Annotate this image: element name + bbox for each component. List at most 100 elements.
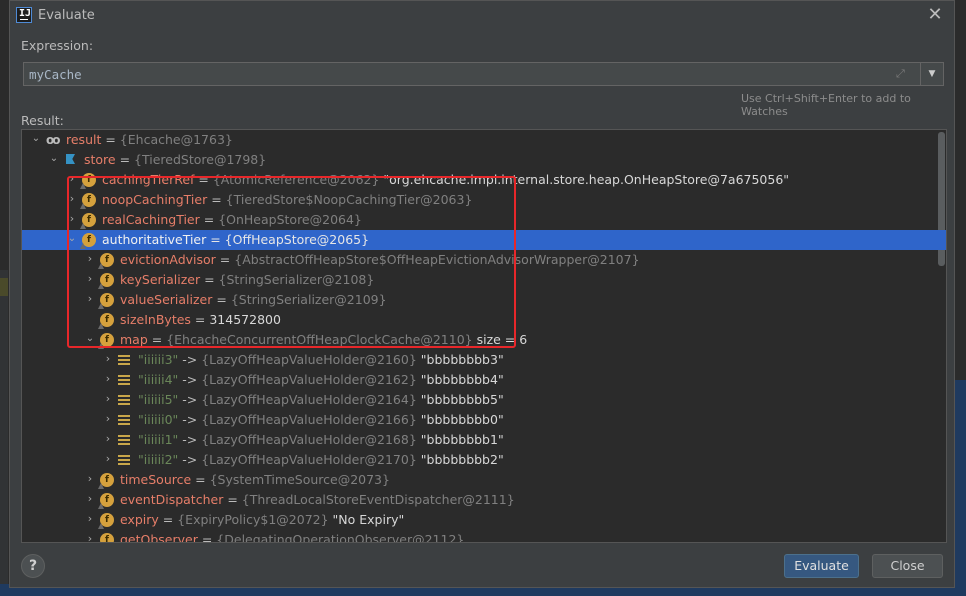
chevron-down-icon[interactable]: ⌄ xyxy=(84,333,96,345)
tree-row[interactable]: ⌄ store = {TieredStore@1798} xyxy=(22,150,946,170)
tree-row-ref: {LazyOffHeapValueHolder@2162} xyxy=(201,372,421,387)
tree-row-name: "iiiiii5" xyxy=(138,392,179,407)
tree-row[interactable]: f sizeInBytes = 314572800 xyxy=(22,310,946,330)
tree-row-separator: = xyxy=(190,312,210,327)
tree-row[interactable]: › f realCachingTier = {OnHeapStore@2064} xyxy=(22,210,946,230)
chevron-right-icon[interactable]: › xyxy=(102,353,114,365)
chevron-right-icon[interactable]: › xyxy=(102,433,114,445)
chevron-right-icon[interactable]: › xyxy=(84,293,96,305)
tree-row[interactable]: › f eventDispatcher = {ThreadLocalStoreEve… xyxy=(22,490,946,510)
tree-row-ref: {LazyOffHeapValueHolder@2164} xyxy=(201,392,421,407)
tree-row-text: "iiiiii0" -> {LazyOffHeapValueHolder@216… xyxy=(138,412,504,427)
tree-row-name: "iiiiii2" xyxy=(138,452,179,467)
chevron-right-icon[interactable]: › xyxy=(84,533,96,543)
tree-row[interactable]: › f cachingTierRef = {AtomicReference@2062… xyxy=(22,170,946,190)
tree-row[interactable]: › f evictionAdvisor = {AbstractOffHeapStor… xyxy=(22,250,946,270)
chevron-down-icon[interactable]: ⌄ xyxy=(48,153,60,165)
chevron-right-icon[interactable]: › xyxy=(84,493,96,505)
expression-label: Expression: xyxy=(21,38,94,53)
tree-row-ref: {OnHeapStore@2064} xyxy=(218,212,362,227)
tree-row[interactable]: › "iiiiii1" -> {LazyOffHeapValueHolder@21… xyxy=(22,430,946,450)
tree-row-separator: = xyxy=(200,272,219,287)
tree-row[interactable]: ⌄ oo result = {Ehcache@1763} xyxy=(22,130,946,150)
tree-row[interactable]: › f expiry = {ExpiryPolicy$1@2072} "No Exp… xyxy=(22,510,946,530)
tree-row-name: keySerializer xyxy=(120,272,201,287)
chevron-right-icon[interactable]: › xyxy=(102,453,114,465)
evaluate-button[interactable]: Evaluate xyxy=(784,554,859,578)
tree-row-value: "bbbbbbbb0" xyxy=(420,412,504,427)
tree-row-text: "iiiiii2" -> {LazyOffHeapValueHolder@217… xyxy=(138,452,504,467)
expression-history-dropdown[interactable]: ▼ xyxy=(920,62,944,86)
tree-row[interactable]: › "iiiiii0" -> {LazyOffHeapValueHolder@21… xyxy=(22,410,946,430)
tree-row[interactable]: › "iiiiii3" -> {LazyOffHeapValueHolder@21… xyxy=(22,350,946,370)
chevron-right-icon[interactable]: › xyxy=(102,373,114,385)
tree-row[interactable]: › "iiiiii2" -> {LazyOffHeapValueHolder@21… xyxy=(22,450,946,470)
tree-row-name: sizeInBytes xyxy=(120,312,191,327)
tree-row-ref: {StringSerializer@2109} xyxy=(230,292,387,307)
field-icon: f xyxy=(82,213,96,227)
chevron-right-icon[interactable]: › xyxy=(102,393,114,405)
ide-background-panel xyxy=(955,380,966,596)
expression-input-value: myCache xyxy=(29,67,82,82)
tree-row-ref: {LazyOffHeapValueHolder@2166} xyxy=(201,412,421,427)
tree-row[interactable]: › "iiiiii4" -> {LazyOffHeapValueHolder@21… xyxy=(22,370,946,390)
tree-row-separator: = xyxy=(191,472,210,487)
tree-row[interactable]: › f getObserver = {DelegatingOperationObse… xyxy=(22,530,946,543)
field-icon: f xyxy=(100,293,114,307)
tree-row-text: eventDispatcher = {ThreadLocalStoreEvent… xyxy=(120,492,515,507)
chevron-right-icon[interactable]: › xyxy=(84,473,96,485)
tree-row-value: "bbbbbbbb4" xyxy=(420,372,504,387)
field-icon: f xyxy=(100,333,114,347)
tree-row-text: cachingTierRef = {AtomicReference@2062} … xyxy=(102,172,789,187)
expand-editor-icon[interactable]: ⤢ xyxy=(896,67,905,81)
chevron-down-icon[interactable]: ⌄ xyxy=(30,133,42,145)
tree-row-text: timeSource = {SystemTimeSource@2073} xyxy=(120,472,390,487)
tree-row[interactable]: › f timeSource = {SystemTimeSource@2073} xyxy=(22,470,946,490)
tree-row[interactable]: ⌄ f map = {EhcacheConcurrentOffHeapClockCa… xyxy=(22,330,946,350)
tree-row-separator: = xyxy=(207,192,226,207)
close-icon[interactable]: ✕ xyxy=(925,5,945,25)
chevron-right-icon[interactable]: › xyxy=(84,253,96,265)
tree-row-ref: {AbstractOffHeapStore$OffHeapEvictionAdv… xyxy=(234,252,640,267)
tree-row[interactable]: › f keySerializer = {StringSerializer@2108… xyxy=(22,270,946,290)
close-button[interactable]: Close xyxy=(872,554,943,578)
chevron-right-icon[interactable]: › xyxy=(66,193,78,205)
tree-row[interactable]: ⌄ f authoritativeTier = {OffHeapStore@2065… xyxy=(22,230,946,250)
chevron-right-icon[interactable]: › xyxy=(66,213,78,225)
tree-row-ref: {SystemTimeSource@2073} xyxy=(209,472,390,487)
tree-row-name: noopCachingTier xyxy=(102,192,208,207)
tree-row-separator: -> xyxy=(178,352,202,367)
tree-row-text: keySerializer = {StringSerializer@2108} xyxy=(120,272,374,287)
chevron-right-icon[interactable]: › xyxy=(66,173,78,185)
tree-row-ref: {ExpiryPolicy$1@2072} xyxy=(177,512,333,527)
tree-row[interactable]: › f noopCachingTier = {TieredStore$NoopCac… xyxy=(22,190,946,210)
field-icon: f xyxy=(82,193,96,207)
tree-row-separator: = xyxy=(197,532,217,543)
chevron-down-icon[interactable]: ⌄ xyxy=(66,233,78,245)
expression-input[interactable]: myCache ⤢ xyxy=(23,62,921,86)
tree-row[interactable]: › f valueSerializer = {StringSerializer@21… xyxy=(22,290,946,310)
tree-row-value: "No Expiry" xyxy=(332,512,405,527)
tree-row-separator: -> xyxy=(178,452,202,467)
tree-row-ref: {LazyOffHeapValueHolder@2160} xyxy=(201,352,421,367)
help-button[interactable]: ? xyxy=(21,554,45,578)
dialog-titlebar: IJ Evaluate ✕ xyxy=(10,1,954,31)
tree-row-text: getObserver = {DelegatingOperationObserv… xyxy=(120,532,464,543)
ide-background-right xyxy=(955,0,966,596)
chevron-right-icon[interactable]: › xyxy=(84,513,96,525)
result-tree[interactable]: ⌄ oo result = {Ehcache@1763} ⌄ store = {Tier… xyxy=(21,129,947,543)
tree-row-name: result xyxy=(66,132,102,147)
tree-row-ref: {ThreadLocalStoreEventDispatcher@2111} xyxy=(241,492,515,507)
tree-row-text: "iiiiii4" -> {LazyOffHeapValueHolder@216… xyxy=(138,372,504,387)
flag-icon xyxy=(64,153,76,167)
tree-row-value: "bbbbbbbb3" xyxy=(420,352,504,367)
tree-row-separator: -> xyxy=(178,392,202,407)
field-icon: f xyxy=(100,273,114,287)
chevron-right-icon[interactable]: › xyxy=(84,273,96,285)
tree-row-text: noopCachingTier = {TieredStore$NoopCachi… xyxy=(102,192,472,207)
tree-row-ref: {Ehcache@1763} xyxy=(119,132,233,147)
chevron-right-icon[interactable]: › xyxy=(102,413,114,425)
tree-row-ref: {AtomicReference@2062} xyxy=(212,172,384,187)
field-icon: f xyxy=(100,493,114,507)
tree-row[interactable]: › "iiiiii5" -> {LazyOffHeapValueHolder@21… xyxy=(22,390,946,410)
